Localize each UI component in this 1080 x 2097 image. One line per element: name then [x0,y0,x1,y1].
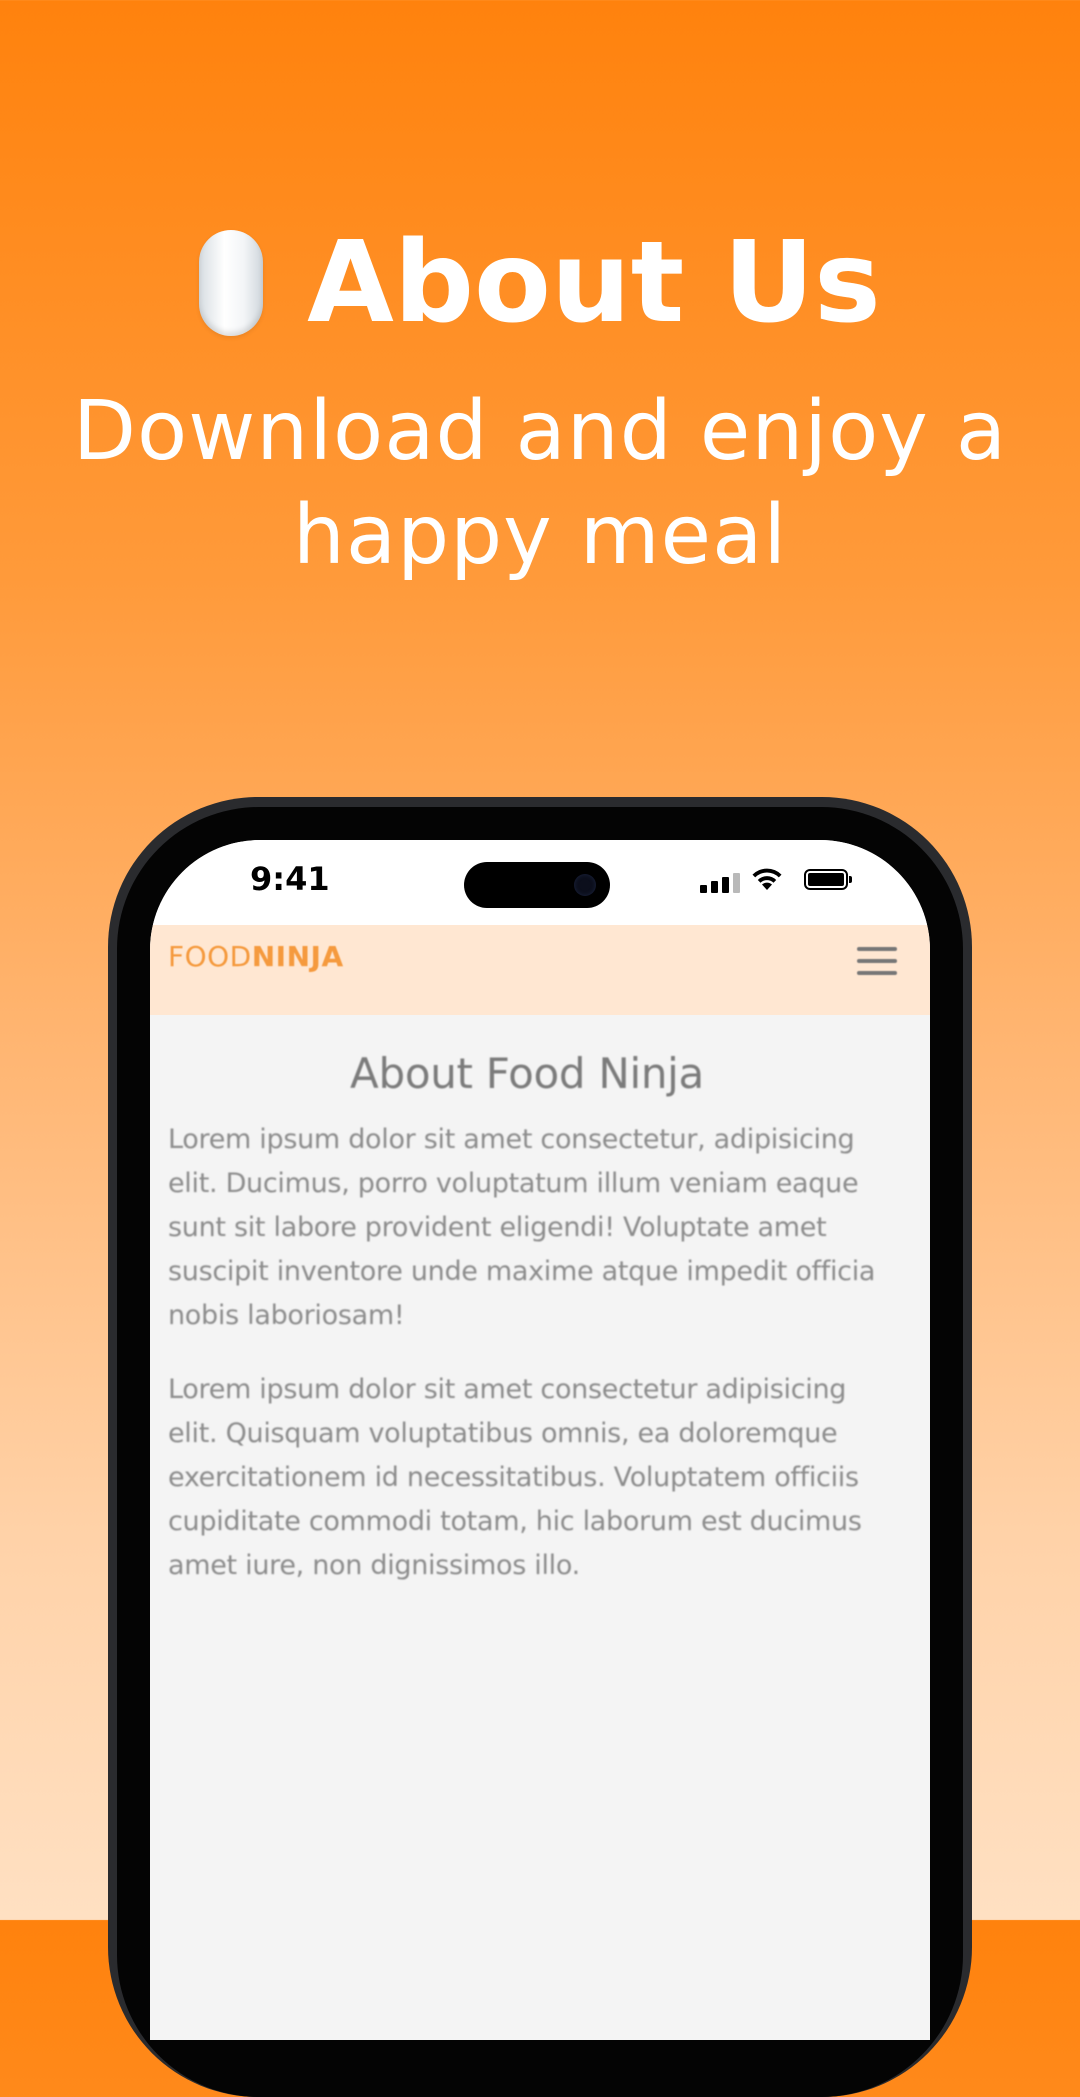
status-bar: 9:41 [150,840,930,925]
brand-ninja: NINJA [251,940,344,973]
brand-food: FOOD [168,940,252,973]
hamburger-menu-icon[interactable] [857,947,897,977]
page-title: About Food Ninja [350,1049,704,1098]
battery-icon [804,869,852,890]
cellular-signal-icon [700,873,740,893]
hero-heading: About Us [0,218,1080,348]
brand-logo[interactable]: FOODNINJA [168,940,344,973]
status-time: 9:41 [250,860,330,898]
wifi-icon [752,868,782,890]
paragraph-2: Lorem ipsum dolor sit amet consectetur a… [168,1374,862,1581]
camera-icon [574,874,596,896]
app-navbar: FOODNINJA [150,925,930,1015]
dynamic-island [464,862,610,908]
hero-title: About Us [307,218,881,348]
mouse-icon [199,230,264,336]
phone-screen: 9:41 FOODNINJA About Food Ninja Lorem ip… [150,840,930,2040]
about-content: About Food Ninja Lorem ipsum dolor sit a… [168,1015,886,1618]
hero-subtitle: Download and enjoy a happy meal [72,384,1008,583]
paragraph-1: Lorem ipsum dolor sit amet consectetur, … [168,1124,876,1331]
